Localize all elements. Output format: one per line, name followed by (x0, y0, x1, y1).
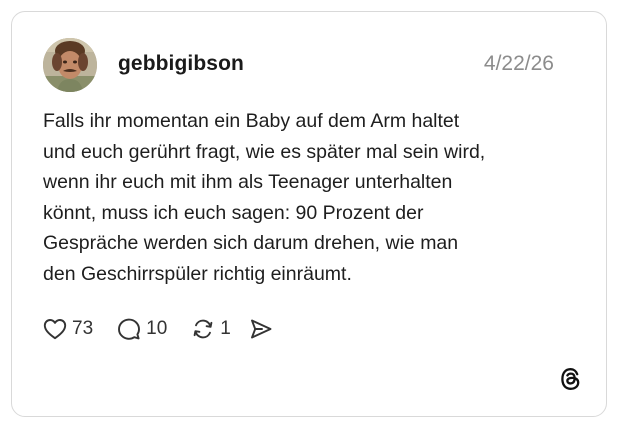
share-button[interactable] (249, 318, 273, 340)
heart-icon (43, 319, 67, 340)
post-text-line: könnt, muss ich euch sagen: 90 Prozent d… (43, 201, 424, 224)
like-button[interactable]: 73 (43, 318, 93, 340)
like-count: 73 (72, 318, 94, 339)
speech-bubble-icon (118, 318, 141, 340)
repost-button[interactable]: 1 (191, 317, 231, 341)
post-card: gebbigibson 4/22/26 Falls ihr momentan e… (11, 11, 607, 417)
post-text-line: Falls ihr momentan ein Baby auf dem Arm … (43, 110, 460, 132)
reply-button[interactable]: 10 (117, 317, 167, 341)
threads-logo-glyph (561, 368, 580, 390)
post-date: 4/22/26 (483, 52, 554, 75)
post-text-line: den Geschirrspüler richtig einräumt. (43, 262, 352, 285)
repost-icon (193, 319, 213, 339)
threads-logo-icon[interactable] (558, 366, 584, 392)
post-text-line: Gespräche werden sich darum drehen, wie … (43, 232, 459, 254)
repost-count: 1 (220, 318, 231, 339)
post-text-line: und euch gerührt fragt, wie es später ma… (43, 140, 486, 163)
username[interactable]: gebbigibson (118, 52, 244, 76)
reply-count: 10 (146, 318, 168, 339)
send-icon (250, 319, 272, 339)
avatar-image (43, 38, 97, 92)
action-bar: 73 10 1 (43, 315, 273, 343)
post-text: Falls ihr momentan ein Baby auf dem Arm … (43, 106, 563, 289)
post-text-line: wenn ihr euch mit ihm als Teenager unter… (43, 171, 453, 193)
avatar[interactable] (43, 38, 97, 92)
